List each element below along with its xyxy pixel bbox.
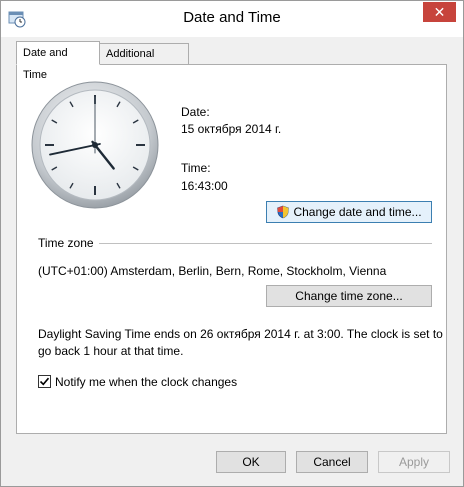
tab-date-and-time[interactable]: Date and Time xyxy=(16,41,100,81)
change-date-time-button[interactable]: Change date and time... xyxy=(266,201,432,223)
checkmark-icon xyxy=(39,377,50,386)
apply-button[interactable]: Apply xyxy=(378,451,450,473)
time-label: Time: xyxy=(181,161,211,175)
notify-checkbox[interactable] xyxy=(38,375,51,388)
change-date-time-label: Change date and time... xyxy=(293,205,422,219)
time-value: 16:43:00 xyxy=(181,179,228,193)
cancel-button[interactable]: Cancel xyxy=(296,451,368,473)
dst-text-line-1: Daylight Saving Time ends on 26 октября … xyxy=(38,327,443,341)
tab-additional-clocks[interactable]: Additional Clocks xyxy=(100,43,189,80)
time-zone-value: (UTC+01:00) Amsterdam, Berlin, Bern, Rom… xyxy=(38,264,387,278)
time-zone-heading: Time zone xyxy=(38,236,94,250)
close-icon: ✕ xyxy=(433,4,446,20)
close-button[interactable]: ✕ xyxy=(423,2,456,22)
date-time-dialog: Date and Time ✕ Date and Time Additional… xyxy=(0,0,464,487)
date-label: Date: xyxy=(181,105,210,119)
notify-label[interactable]: Notify me when the clock changes xyxy=(55,375,237,389)
date-value: 15 октября 2014 г. xyxy=(181,122,282,136)
analog-clock xyxy=(31,81,159,209)
change-time-zone-button[interactable]: Change time zone... xyxy=(266,285,432,307)
uac-shield-icon xyxy=(277,205,290,219)
dst-text-line-2: go back 1 hour at that time. xyxy=(38,344,184,358)
title-bar[interactable]: Date and Time ✕ xyxy=(1,1,463,37)
window-title: Date and Time xyxy=(183,9,281,26)
ok-button[interactable]: OK xyxy=(216,451,286,473)
time-zone-divider xyxy=(99,243,432,244)
